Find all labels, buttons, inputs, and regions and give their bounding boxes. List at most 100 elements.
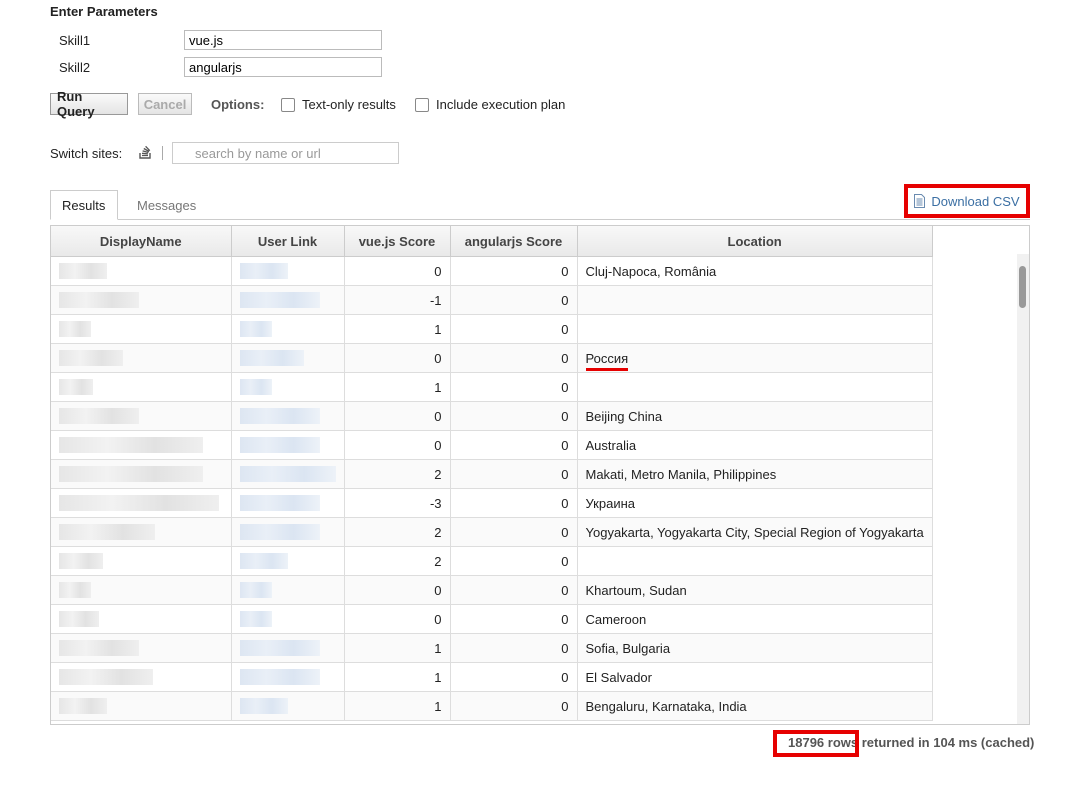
redacted-link[interactable] [239, 698, 288, 715]
table-row: 2 0 Makati, Metro Manila, Philippines [51, 459, 933, 489]
display-name-cell [51, 662, 232, 692]
user-link-cell[interactable] [230, 430, 345, 460]
stack-overflow-icon[interactable] [138, 143, 152, 159]
display-name-cell [51, 256, 232, 286]
location-cell [576, 546, 933, 576]
user-link-cell[interactable] [230, 488, 345, 518]
angularjs-score-cell: 0 [449, 459, 578, 489]
redacted-name [59, 379, 93, 396]
redacted-link[interactable] [239, 379, 272, 396]
exec-plan-checkbox[interactable] [415, 97, 429, 112]
redacted-name [59, 408, 139, 425]
redacted-name [59, 524, 155, 541]
redacted-link[interactable] [239, 408, 320, 425]
user-link-cell[interactable] [230, 517, 345, 547]
redacted-link[interactable] [239, 321, 272, 338]
text-only-option[interactable]: Text-only results [281, 97, 396, 112]
run-query-button[interactable]: Run Query [50, 89, 128, 119]
redacted-link[interactable] [239, 350, 304, 367]
exec-plan-option[interactable]: Include execution plan [415, 97, 565, 112]
display-name-cell [51, 372, 232, 402]
document-icon [914, 194, 926, 208]
redacted-link[interactable] [239, 495, 320, 512]
display-name-cell [51, 430, 232, 460]
table-row: 1 0 Sofia, Bulgaria [51, 633, 933, 663]
redacted-link[interactable] [239, 582, 272, 599]
exec-plan-label: Include execution plan [436, 97, 566, 112]
vue-score-cell: 0 [343, 430, 451, 460]
vue-score-cell: 1 [343, 691, 451, 721]
skill2-input[interactable] [184, 57, 382, 77]
location-cell [576, 372, 933, 402]
vue-score-cell: 1 [343, 372, 451, 402]
redacted-name [59, 553, 103, 570]
results-table: DisplayName User Link vue.js Score angul… [51, 226, 933, 721]
user-link-cell[interactable] [230, 575, 345, 605]
location-cell: Sofia, Bulgaria [576, 633, 933, 663]
redacted-link[interactable] [239, 611, 272, 628]
user-link-cell[interactable] [230, 285, 345, 315]
skill1-input[interactable] [184, 30, 382, 50]
angularjs-score-cell: 0 [449, 430, 578, 460]
cancel-button[interactable]: Cancel [138, 93, 192, 115]
redacted-link[interactable] [239, 669, 320, 686]
display-name-cell [51, 604, 232, 634]
redacted-link[interactable] [239, 524, 320, 541]
location-text: Cameroon [585, 611, 647, 627]
vue-score-cell: 0 [343, 575, 451, 605]
table-row: -1 0 [51, 285, 933, 315]
tab-results[interactable]: Results [50, 190, 118, 220]
angularjs-score-cell: 0 [449, 256, 578, 286]
download-csv-link[interactable]: Download CSV [904, 184, 1030, 218]
location-cell: Khartoum, Sudan [576, 575, 933, 605]
text-only-checkbox[interactable] [281, 97, 295, 112]
skill1-label: Skill1 [59, 32, 91, 48]
user-link-cell[interactable] [230, 459, 345, 489]
location-cell: Cameroon [576, 604, 933, 634]
table-row: 0 0 Cluj-Napoca, România [51, 256, 933, 286]
column-header-displayname[interactable]: DisplayName [51, 226, 232, 257]
row-count-highlight [773, 730, 859, 757]
table-row: 0 0 Beijing China [51, 401, 933, 431]
column-header-user-link[interactable]: User Link [230, 226, 345, 257]
column-header-vue-score[interactable]: vue.js Score [343, 226, 451, 257]
vertical-scrollbar[interactable] [1017, 254, 1029, 724]
column-header-location[interactable]: Location [576, 226, 933, 257]
redacted-link[interactable] [239, 263, 288, 280]
redacted-name [59, 582, 91, 599]
location-text: Украина [585, 495, 636, 511]
location-text: Bengaluru, Karnataka, India [585, 698, 747, 714]
redacted-name [59, 292, 139, 309]
location-text: Cluj-Napoca, România [585, 263, 717, 279]
user-link-cell[interactable] [230, 256, 345, 286]
location-cell: Australia [576, 430, 933, 460]
vue-score-cell: 0 [343, 401, 451, 431]
scrollbar-thumb[interactable] [1019, 266, 1026, 308]
user-link-cell[interactable] [230, 662, 345, 692]
query-timing: returned in 104 ms (cached) [858, 735, 1035, 750]
user-link-cell[interactable] [230, 343, 345, 373]
site-search-input[interactable] [172, 142, 399, 164]
angularjs-score-cell: 0 [449, 604, 578, 634]
tab-messages[interactable]: Messages [126, 190, 207, 220]
table-row: -3 0 Украина [51, 488, 933, 518]
vue-score-cell: 2 [343, 459, 451, 489]
column-header-angularjs-score[interactable]: angularjs Score [449, 226, 578, 257]
location-cell [576, 314, 933, 344]
redacted-link[interactable] [239, 292, 320, 309]
user-link-cell[interactable] [230, 546, 345, 576]
user-link-cell[interactable] [230, 604, 345, 634]
redacted-link[interactable] [239, 437, 320, 454]
angularjs-score-cell: 0 [449, 401, 578, 431]
redacted-link[interactable] [239, 640, 320, 657]
redacted-link[interactable] [239, 553, 288, 570]
redacted-link[interactable] [239, 466, 336, 483]
user-link-cell[interactable] [230, 691, 345, 721]
user-link-cell[interactable] [230, 633, 345, 663]
vue-score-cell: 1 [343, 314, 451, 344]
user-link-cell[interactable] [230, 314, 345, 344]
redacted-name [59, 466, 203, 483]
angularjs-score-cell: 0 [449, 488, 578, 518]
user-link-cell[interactable] [230, 372, 345, 402]
user-link-cell[interactable] [230, 401, 345, 431]
